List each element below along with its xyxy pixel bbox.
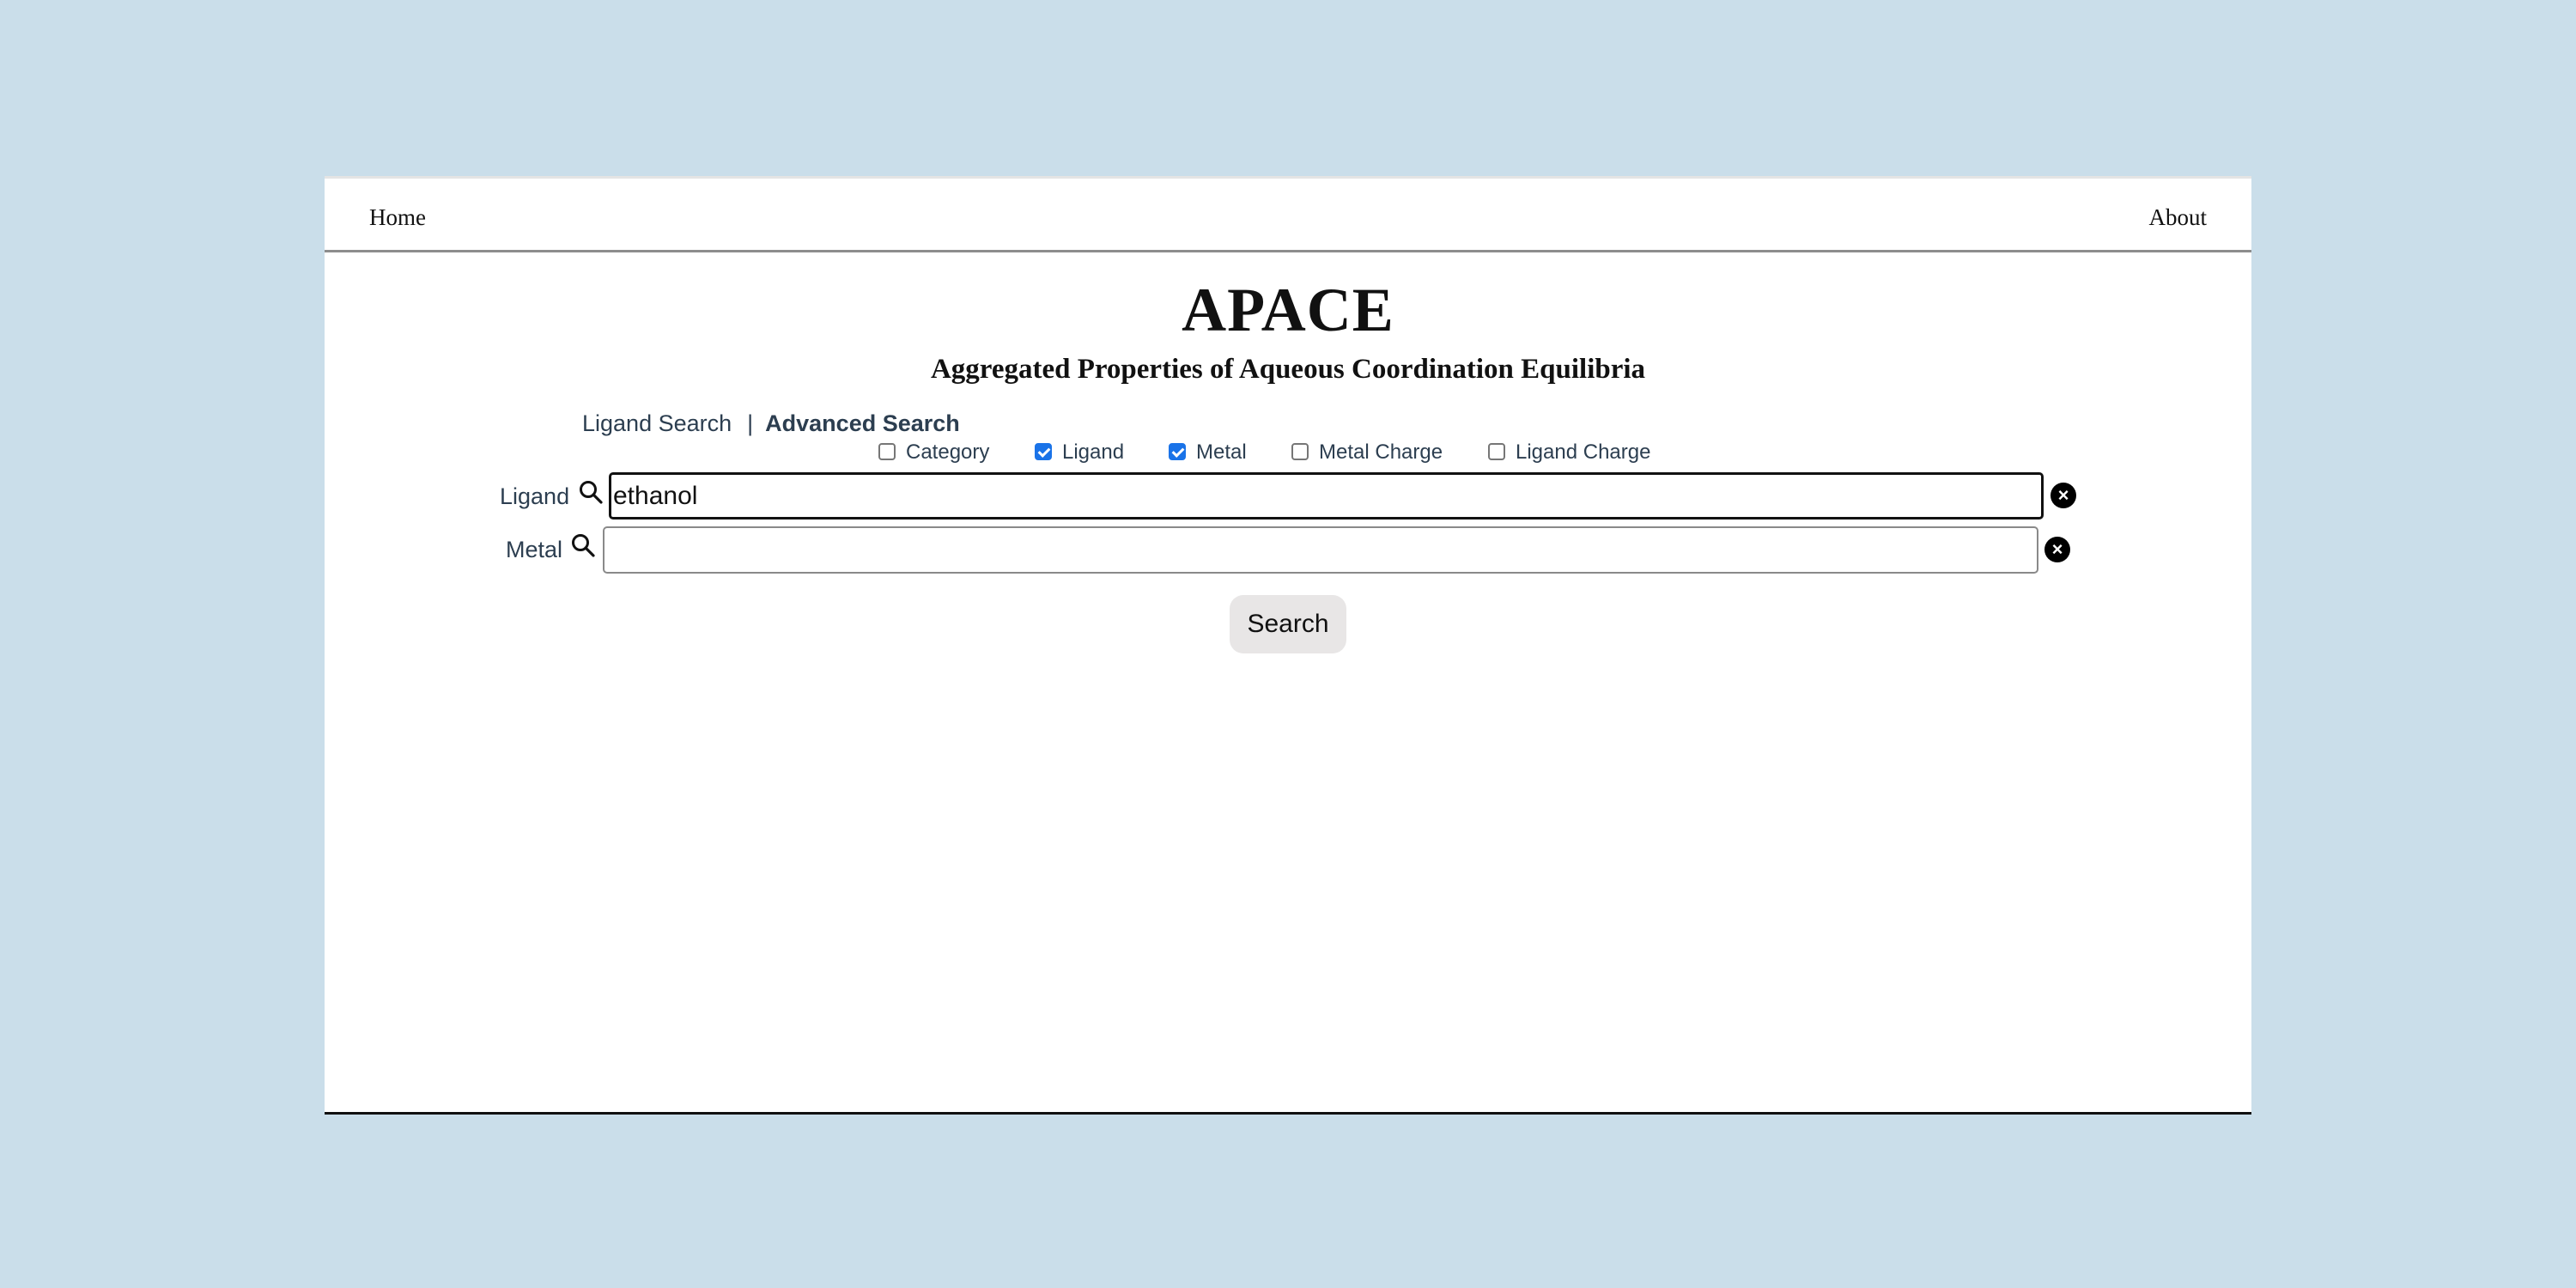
nav-home-link[interactable]: Home [369, 204, 426, 231]
metal-field-label: Metal [506, 537, 563, 562]
filter-metal[interactable]: Metal [1169, 440, 1247, 465]
metal-input[interactable] [603, 526, 2038, 574]
clear-icon[interactable]: × [2044, 537, 2070, 562]
filter-metal-charge[interactable]: Metal Charge [1291, 440, 1443, 465]
metal-checkbox-label: Metal [1196, 440, 1247, 464]
tab-separator: | [747, 410, 754, 436]
ligand-charge-checkbox[interactable] [1488, 443, 1505, 460]
ligand-field-label: Ligand [500, 483, 570, 509]
ligand-checkbox-label: Ligand [1062, 440, 1125, 464]
metal-checkbox[interactable] [1169, 443, 1186, 460]
ligand-charge-checkbox-label: Ligand Charge [1516, 440, 1651, 464]
page-title: APACE [1182, 276, 1394, 344]
category-checkbox-label: Category [906, 440, 990, 464]
search-mode-tabs: Ligand Search | Advanced Search [582, 410, 960, 437]
nav-about-link[interactable]: About [2149, 204, 2208, 231]
page-container: Home About APACE Aggregated Properties o… [325, 176, 2251, 1115]
metal-charge-checkbox-label: Metal Charge [1319, 440, 1443, 464]
category-checkbox[interactable] [878, 443, 896, 460]
search-icon[interactable] [570, 532, 596, 558]
navbar: Home About [325, 179, 2251, 252]
page-subtitle: Aggregated Properties of Aqueous Coordin… [930, 354, 1646, 385]
filter-ligand[interactable]: Ligand [1035, 440, 1124, 465]
search-button[interactable]: Search [1230, 595, 1346, 653]
tab-advanced-search[interactable]: Advanced Search [765, 410, 960, 436]
filter-category[interactable]: Category [878, 440, 989, 465]
clear-icon[interactable]: × [2050, 483, 2076, 508]
tab-ligand-search[interactable]: Ligand Search [582, 410, 732, 436]
metal-charge-checkbox[interactable] [1291, 443, 1309, 460]
ligand-input[interactable] [609, 472, 2044, 519]
filter-ligand-charge[interactable]: Ligand Charge [1488, 440, 1650, 465]
search-icon[interactable] [578, 479, 604, 505]
ligand-checkbox[interactable] [1035, 443, 1052, 460]
